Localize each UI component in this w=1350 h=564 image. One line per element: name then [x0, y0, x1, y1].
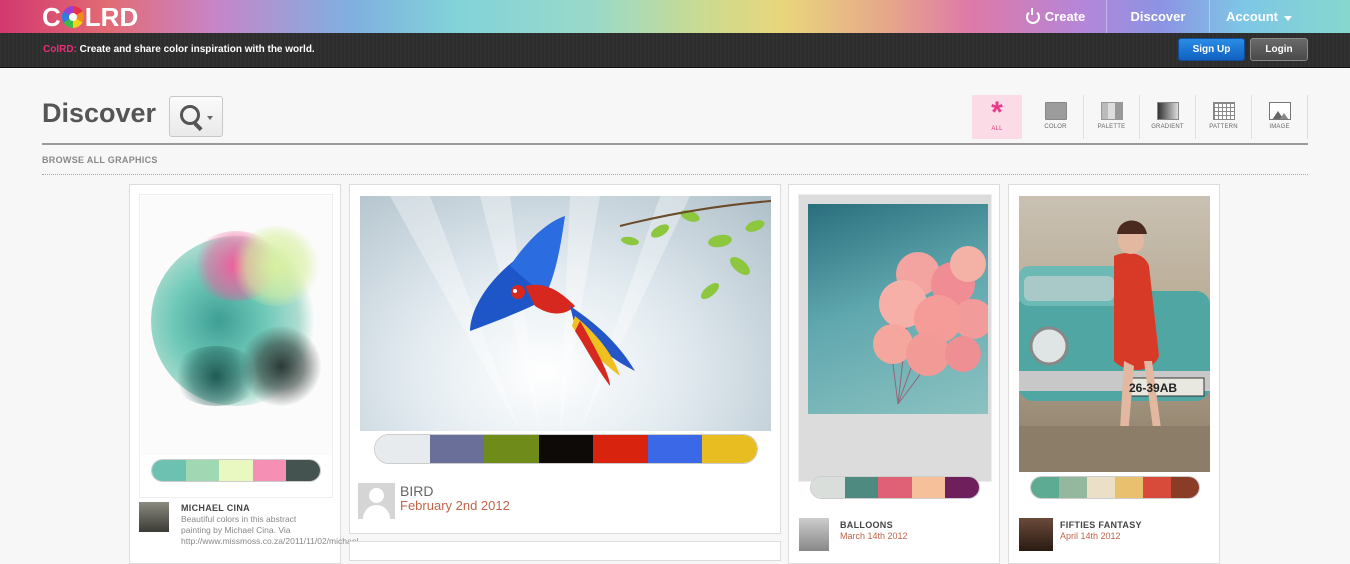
dotted-divider — [42, 174, 1308, 175]
avatar[interactable] — [139, 502, 169, 532]
card-author[interactable]: BALLOONS — [840, 520, 893, 530]
graphic-card-next[interactable] — [349, 541, 781, 561]
swatch[interactable] — [1143, 477, 1171, 498]
search-icon — [180, 105, 200, 125]
browse-label: BROWSE ALL GRAPHICS — [42, 155, 158, 165]
color-wheel-icon — [61, 6, 84, 28]
card-date: February 2nd 2012 — [400, 498, 510, 513]
star-icon: * — [991, 96, 1003, 129]
main-nav: Create Discover Account — [1005, 0, 1308, 33]
vintage-car-illustration: 26-39AB — [1019, 220, 1210, 472]
abstract-painting-image[interactable] — [141, 196, 332, 455]
card-author[interactable]: FIFTIES FANTASY — [1060, 520, 1142, 530]
nav-discover[interactable]: Discover — [1106, 0, 1209, 33]
swatch[interactable] — [219, 460, 253, 481]
swatch[interactable] — [878, 477, 912, 498]
colrd-logo[interactable]: C LRD — [42, 4, 138, 30]
login-button[interactable]: Login — [1250, 38, 1308, 61]
swatch[interactable] — [811, 477, 845, 498]
nav-account-label: Account — [1226, 9, 1278, 24]
description-line: painting by Michael Cina. Via — [181, 525, 291, 535]
swatch[interactable] — [152, 460, 186, 481]
swatch[interactable] — [1115, 477, 1143, 498]
swatch[interactable] — [647, 435, 703, 463]
filter-label: PATTERN — [1209, 124, 1238, 130]
filter-label: ALL — [991, 126, 1003, 132]
swatch[interactable] — [538, 435, 594, 463]
logo-text-right: LRD — [84, 2, 139, 32]
palette-icon — [1100, 102, 1123, 120]
swatch[interactable] — [1171, 477, 1199, 498]
svg-text:26-39AB: 26-39AB — [1129, 381, 1177, 395]
card-title[interactable]: BIRD — [400, 483, 433, 499]
tagline-bar: ColRD: Create and share color inspiratio… — [0, 33, 1350, 68]
swatch[interactable] — [484, 435, 539, 463]
swatch[interactable] — [593, 435, 648, 463]
filter-image[interactable]: IMAGE — [1252, 95, 1308, 139]
filter-label: PALETTE — [1097, 124, 1126, 130]
filter-label: IMAGE — [1269, 124, 1290, 130]
swatch[interactable] — [1087, 477, 1115, 498]
fifties-fantasy-image[interactable]: 26-39AB — [1019, 196, 1210, 472]
card-date: March 14th 2012 — [840, 531, 908, 541]
swatch[interactable] — [185, 460, 220, 481]
color-palette[interactable] — [151, 459, 321, 482]
filter-label: COLOR — [1044, 124, 1067, 130]
chevron-down-icon — [1284, 16, 1292, 21]
color-icon — [1044, 102, 1067, 120]
tagline: ColRD: Create and share color inspiratio… — [43, 44, 315, 55]
avatar[interactable] — [358, 483, 395, 519]
avatar[interactable] — [799, 518, 829, 551]
tagline-text: Create and share color inspiration with … — [76, 44, 315, 55]
avatar[interactable] — [1019, 518, 1053, 551]
nav-create[interactable]: Create — [1005, 0, 1106, 33]
swatch[interactable] — [286, 460, 320, 481]
gradient-icon — [1156, 102, 1179, 120]
card-description: Beautiful colors in this abstract painti… — [181, 514, 358, 547]
power-icon — [1025, 7, 1040, 24]
parrot-image[interactable] — [360, 196, 771, 431]
swatch[interactable] — [375, 435, 430, 463]
swatch[interactable] — [945, 477, 979, 498]
card-date: April 14th 2012 — [1060, 531, 1121, 541]
logo-text-left: C — [42, 2, 61, 32]
swatch[interactable] — [1031, 477, 1059, 498]
swatch[interactable] — [844, 477, 879, 498]
pattern-icon — [1212, 102, 1235, 120]
tagline-brand: ColRD: — [43, 44, 77, 55]
header-rule — [42, 143, 1308, 145]
description-line[interactable]: http://www.missmoss.co.za/2011/11/02/mic… — [181, 536, 358, 547]
description-line: Beautiful colors in this abstract — [181, 514, 297, 524]
filter-palette[interactable]: PALETTE — [1084, 95, 1140, 139]
balloons-illustration — [873, 246, 988, 405]
chevron-down-icon — [207, 116, 213, 120]
top-nav-bar: C LRD Create Discover Account — [0, 0, 1350, 33]
color-palette[interactable] — [810, 476, 980, 499]
swatch[interactable] — [252, 460, 287, 481]
card-author[interactable]: MICHAEL CINA — [181, 503, 250, 513]
filter-tabs: * ALL COLOR PALETTE GRADIENT PATTERN IMA… — [972, 95, 1308, 139]
swatch[interactable] — [702, 435, 757, 463]
filter-pattern[interactable]: PATTERN — [1196, 95, 1252, 139]
filter-label: GRADIENT — [1151, 124, 1184, 130]
filter-color[interactable]: COLOR — [1028, 95, 1084, 139]
sign-up-button[interactable]: Sign Up — [1178, 38, 1245, 61]
filter-gradient[interactable]: GRADIENT — [1140, 95, 1196, 139]
color-palette[interactable] — [374, 434, 758, 464]
search-button[interactable] — [169, 96, 223, 137]
parrot-illustration — [390, 196, 771, 431]
swatch[interactable] — [1059, 477, 1087, 498]
image-icon — [1268, 102, 1291, 120]
color-palette[interactable] — [1030, 476, 1200, 499]
nav-account[interactable]: Account — [1209, 0, 1308, 33]
page-title: Discover — [42, 98, 157, 128]
swatch[interactable] — [429, 435, 485, 463]
swatch[interactable] — [911, 477, 946, 498]
filter-all[interactable]: * ALL — [972, 95, 1022, 139]
nav-create-label: Create — [1044, 9, 1086, 24]
balloons-image[interactable] — [808, 204, 988, 414]
